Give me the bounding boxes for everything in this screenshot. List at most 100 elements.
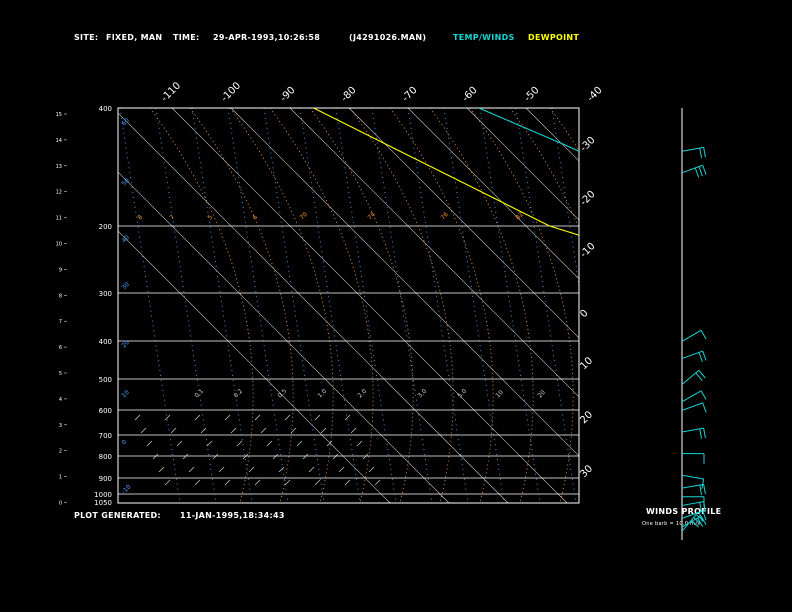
wind-barb [699,484,702,495]
grid-dash [368,466,375,473]
grid-dash [206,440,213,447]
grid-dash [158,466,165,473]
mixing-label: 0.1 [193,388,205,400]
dry-adiabat [509,108,579,230]
chart-series [313,108,579,236]
grid-dash [212,453,219,460]
pressure-tick-label: 300 [99,290,112,298]
grid-dash [338,466,345,473]
grid-dash [320,427,327,434]
dry-adiabat [469,108,574,503]
wind-barb [698,352,703,362]
dry-adiabat [149,108,254,503]
grid-dash [266,440,273,447]
grid-dash [296,440,303,447]
grid-dash [314,479,321,486]
top-temperature-label: -70 [400,85,419,104]
grid-dash [182,453,189,460]
isotherm-line [644,108,792,503]
grid-dash [344,479,351,486]
grid-dash [164,414,171,421]
wind-shaft [681,369,700,385]
adiabat-label: 40 [120,234,130,244]
isotherm-line [118,171,450,503]
grid-dash [134,414,141,421]
grid-dash [254,414,261,421]
grid-dash [176,440,183,447]
grid-dash [326,440,333,447]
height-tick-label: 14 [56,138,62,144]
mixing-label: 1.0 [316,388,328,400]
mixing-label: 5.0 [456,388,468,400]
grid-dash [224,479,231,486]
grid-dash [356,440,363,447]
mixing-label: 3.0 [416,388,428,400]
wind-shaft [681,402,703,411]
isotherm-line [585,108,792,503]
isotherm-line [762,108,792,503]
grid-dash [146,440,153,447]
adiabat-label: 50 [120,177,130,187]
wind-barb [699,502,702,513]
pressure-tick-label: 500 [99,376,112,384]
right-temperature-label: -30 [578,135,597,154]
mixing-ratio-line [227,108,289,503]
adiabat-label: 0 [120,439,128,447]
isotherm-line [348,108,579,339]
winds-profile [681,108,707,540]
wind-barb [702,350,707,361]
dry-adiabat [389,108,494,503]
isotherm-line [466,108,579,221]
height-tick-label: 1 [59,475,62,481]
top-temperature-label: -110 [159,80,183,104]
grid-dash [242,453,249,460]
wind-shaft [681,329,702,342]
chart-frame [117,107,580,504]
mixing-ratio-line [335,108,397,503]
isotherm-line [525,108,579,162]
top-temperature-label: -90 [278,85,297,104]
orange-label: 74 [366,211,376,221]
grid-dash [284,479,291,486]
height-tick-label: 9 [59,267,62,273]
dry-adiabat [229,108,334,503]
wind-barb [700,390,707,400]
pressure-tick-label: 400 [99,105,112,113]
grid-dash [236,440,243,447]
adiabat-label: 10 [120,389,130,399]
grid-dash [344,414,351,421]
grid-dash [230,427,237,434]
grid-dash [332,453,339,460]
grid-dash [254,479,261,486]
orange-label: 7 [168,214,176,222]
wind-barb [699,147,702,159]
grid-dash [314,414,321,421]
pressure-tick-label: 900 [99,475,112,483]
dry-adiabat [309,108,414,503]
isotherm-line [118,112,509,503]
mixing-ratio-line [299,108,361,503]
mixing-ratio-line [119,108,181,503]
height-tick-label: 8 [59,293,62,299]
height-tick-label: 11 [56,216,62,222]
chart-grid [118,108,792,503]
wind-barb [694,167,700,178]
adiabat-label: 30 [120,281,130,291]
adiabat-label: 20 [120,339,130,349]
mixing-ratio-line [479,108,541,503]
height-tick-label: 6 [59,345,62,351]
grid-dash [284,414,291,421]
wind-barb [702,165,707,175]
grid-dash [194,414,201,421]
mixing-ratio-line [588,108,648,503]
skew-t-chart: 4002003004005006007008009001000105015141… [56,80,792,540]
orange-label: 8 [136,214,144,222]
pressure-tick-label: 1050 [94,499,112,507]
mixing-label: 0.2 [232,388,244,400]
dry-adiabat [670,108,773,503]
pressure-tick-label: 1000 [94,491,112,499]
mixing-ratio-line [443,108,505,503]
mixing-ratio-line [155,108,217,503]
top-temperature-label: -60 [460,85,479,104]
height-tick-label: 3 [59,423,62,429]
